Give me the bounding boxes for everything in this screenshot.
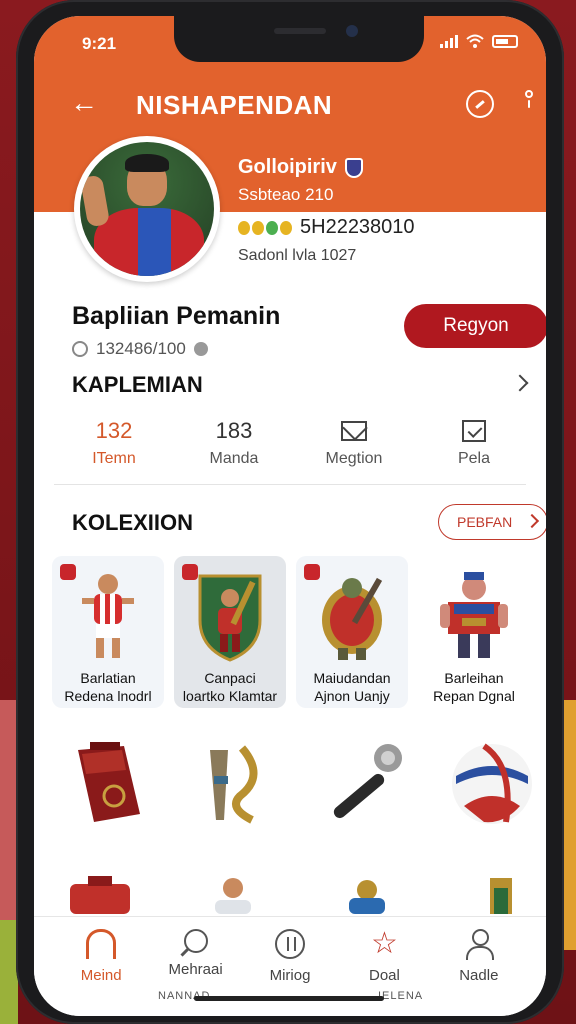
- tab-value: 183: [215, 418, 253, 443]
- tab-label: Megtion: [325, 450, 383, 467]
- chevron-right-icon[interactable]: [514, 370, 528, 396]
- nav-label: Miriog: [269, 967, 311, 984]
- front-camera: [346, 25, 358, 37]
- back-arrow-icon[interactable]: ←: [70, 88, 102, 120]
- card-title: Canpaci: [204, 670, 256, 686]
- card-subtitle: Redena lnodrl: [64, 688, 152, 704]
- nav-label: Meind: [80, 967, 122, 984]
- rewards-icon: [275, 929, 306, 959]
- card-subtitle: Repan Dgnal: [433, 688, 515, 704]
- tab-pela[interactable]: Pela: [414, 416, 534, 476]
- stats-section-header[interactable]: KAPLEMIAN: [72, 372, 528, 398]
- tab-label: Pela: [457, 450, 491, 467]
- nav-home[interactable]: Meind: [54, 917, 148, 1016]
- coins-value: 5H22238010: [300, 216, 415, 238]
- avatar-photo: [80, 142, 214, 276]
- stats-tabs: 132 ITemn 183 Manda Megtion Pela: [54, 416, 534, 476]
- profile-info: Golloipiriv Ssbteao 210: [238, 156, 363, 205]
- bag-item-icon[interactable]: [60, 874, 140, 914]
- more-icon[interactable]: [522, 90, 536, 118]
- divider: [54, 484, 526, 485]
- player-name: Bapliian Pemanin: [72, 302, 281, 330]
- phone-frame: 9:21 ← NISHAPENDAN Golloipiriv Ssbteao 2…: [16, 0, 564, 1024]
- member-since: Sadonl lvla 1027: [238, 247, 357, 264]
- top-bar: ← NISHAPENDAN: [34, 86, 546, 122]
- status-icons: [440, 34, 518, 48]
- profile-subtitle: Ssbteao 210: [238, 185, 334, 204]
- wifi-icon: [466, 34, 484, 48]
- tab-manda[interactable]: 183 Manda: [174, 416, 294, 476]
- page-title: NISHAPENDAN: [136, 90, 333, 120]
- nav-rewards[interactable]: Miriog: [243, 917, 337, 1016]
- see-all-label: PEBFAN: [457, 514, 513, 530]
- tab-label: ITemn: [92, 450, 136, 467]
- profile-icon: [464, 929, 494, 960]
- collection-header: KOLEXIION PEBFAN: [72, 504, 546, 540]
- collection-card[interactable]: Barlatian Redena lnodrl: [52, 556, 164, 708]
- player-summary: Bapliian Pemanin 132486/100: [72, 302, 280, 359]
- speaker-grille: [274, 28, 326, 34]
- item-grid: [60, 736, 540, 836]
- ball-item-icon[interactable]: [444, 736, 540, 832]
- knight-figure-icon: [322, 577, 383, 660]
- signal-icon: [440, 34, 458, 48]
- coins-icon: [238, 220, 292, 235]
- shield-warrior-icon: [198, 574, 262, 662]
- status-time: 9:21: [82, 34, 117, 53]
- checkbox-icon: [462, 420, 486, 442]
- card-subtitle: loartko Klamtar: [182, 688, 278, 704]
- card-title: Barleihan: [444, 670, 504, 686]
- badge-icon[interactable]: [466, 90, 494, 118]
- tower-item-icon[interactable]: [460, 874, 540, 914]
- tab-messages[interactable]: Megtion: [294, 416, 414, 476]
- item-grid-next-row: [60, 874, 540, 914]
- battery-icon: [492, 34, 518, 48]
- giant-figure-icon: [440, 572, 508, 658]
- club-crest-icon: [344, 157, 363, 178]
- collection-card[interactable]: Barleihan Repan Dgnal: [418, 556, 530, 708]
- camera-notch: [174, 16, 424, 62]
- search-icon: [183, 929, 208, 953]
- chevron-right-icon: [524, 513, 540, 529]
- home-indicator[interactable]: [194, 996, 384, 1001]
- nav-label: Doal: [368, 967, 400, 984]
- tab-value: 132: [95, 418, 133, 443]
- globe-icon: [72, 341, 88, 357]
- card-subtitle: Ajnon Uanjy: [314, 688, 390, 704]
- profile-name: Golloipiriv: [238, 156, 337, 178]
- player-portrait-icon[interactable]: [193, 874, 273, 914]
- home-icon: [86, 929, 117, 959]
- profile-stats: 5H22238010 Sadonl lvla 1027: [238, 216, 415, 265]
- player-figure-icon: [82, 574, 134, 658]
- nav-label: Nadle: [459, 967, 499, 984]
- avatar[interactable]: [74, 136, 220, 282]
- see-all-button[interactable]: PEBFAN: [438, 504, 546, 540]
- horn-item-icon[interactable]: [188, 736, 284, 832]
- mail-icon: [341, 421, 367, 441]
- collection-card[interactable]: Maiudandan Ajnon Uanjy: [296, 556, 408, 708]
- card-title: Maiudandan: [313, 670, 391, 686]
- knight-item-icon[interactable]: [327, 874, 407, 914]
- card-title: Barlatian: [80, 670, 136, 686]
- region-button[interactable]: Regyon: [404, 304, 546, 348]
- section-title: KAPLEMIAN: [72, 372, 203, 397]
- copy-icon[interactable]: [193, 342, 208, 356]
- tab-items[interactable]: 132 ITemn: [54, 416, 174, 476]
- nav-profile[interactable]: Nadle: [432, 917, 526, 1016]
- collection-card[interactable]: Canpaci loartko Klamtar: [174, 556, 286, 708]
- flashlight-item-icon[interactable]: [316, 736, 412, 832]
- star-icon: ☆: [370, 927, 398, 960]
- player-id: 132486/100: [96, 339, 186, 358]
- bag-item-icon[interactable]: [60, 736, 156, 832]
- nav-caption: IELENA: [378, 990, 424, 1002]
- bottom-navigation: Meind Mehraai Miriog ☆ Doal Nadle: [34, 916, 546, 1016]
- nav-label: Mehraai: [168, 961, 223, 978]
- collection-cards: Barlatian Redena lnodrl Canpaci loartko …: [52, 556, 546, 708]
- tab-label: Manda: [209, 450, 259, 467]
- app-screen: 9:21 ← NISHAPENDAN Golloipiriv Ssbteao 2…: [34, 16, 546, 1016]
